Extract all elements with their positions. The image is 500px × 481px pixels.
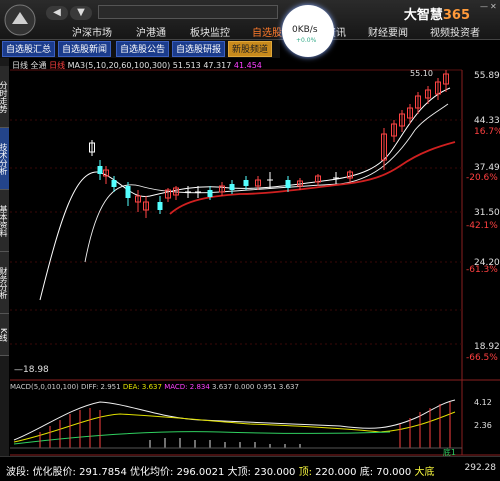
low-price-label: —18.98 [14, 365, 49, 375]
kline-chart[interactable]: 55.89 44.33 37.49 31.50 24.20 18.92 16.7… [0, 58, 500, 481]
subtab-reports[interactable]: 自选股研报 [172, 41, 226, 57]
bottom-right-value: 292.28 [464, 463, 497, 473]
bottom-right-label: 底1 [442, 448, 456, 457]
top-toolbar: ◀ ▼ 沪深市场 沪港通 板块监控 自选股 资讯 财经要闻 视频投资者 大智慧3… [0, 0, 500, 40]
nav-item-market[interactable]: 沪深市场 [72, 24, 112, 39]
macd-extra: 3.637 [278, 383, 299, 391]
subtab-summary[interactable]: 自选股汇总 [2, 41, 56, 57]
pct-label: -61.3% [466, 265, 498, 275]
nav-item-hk-connect[interactable]: 沪港通 [136, 24, 166, 39]
speed-value: 0KB/s [292, 25, 318, 35]
dea-value: 3.637 [141, 383, 162, 391]
nav-item-sector-monitor[interactable]: 板块监控 [190, 24, 230, 39]
price-label: 18.92 [474, 342, 500, 352]
brand-logo: 大智慧365 [403, 8, 470, 23]
pct-label: 16.7% [474, 127, 500, 137]
macd-label: MACD: [164, 383, 188, 391]
macd-legend: MACD(5,0,010,100) DIFF: 2.951 DEA: 3.637… [10, 383, 299, 391]
pct-label: -42.1% [466, 221, 498, 231]
high-price-label: 55.10 [410, 69, 433, 78]
indicator-value: 291.7854 [79, 467, 127, 478]
indicator-value: 70.000 [376, 467, 412, 478]
price-label: 44.33 [474, 116, 500, 126]
forward-button[interactable]: ▼ [70, 6, 92, 20]
macd-title: MACD(5,0,010,100) [10, 383, 79, 391]
indicator-label: 顶: [298, 467, 312, 478]
subtab-announcements[interactable]: 自选股公告 [116, 41, 170, 57]
watchlist-subtabs: 自选股汇总 自选股新闻 自选股公告 自选股研报 新股频道 [0, 40, 280, 58]
macd-extra: 0.951 [256, 383, 277, 391]
indicator-label: 底: [359, 467, 374, 478]
pct-label: -66.5% [466, 353, 498, 363]
minimize-icon[interactable]: — [480, 2, 488, 11]
nav-item-video[interactable]: 视频投资者 [430, 24, 480, 39]
bottom-indicator-bar: 波段: 优化股价: 291.7854 优化均价: 296.0021 大顶: 23… [0, 448, 500, 481]
app-logo-icon[interactable] [2, 2, 38, 38]
indicator-label: 大底 [414, 467, 435, 478]
price-label: 37.49 [474, 163, 500, 173]
search-input[interactable] [98, 5, 278, 19]
diff-value: 2.951 [100, 383, 121, 391]
macd-extra: 3.637 [212, 383, 233, 391]
bottom-indicator-text: 波段: 优化股价: 291.7854 优化均价: 296.0021 大顶: 23… [6, 463, 434, 478]
price-label: 55.89 [474, 71, 500, 81]
back-button[interactable]: ◀ [46, 6, 68, 20]
diff-label: DIFF: [80, 383, 99, 391]
indicator-label: 优化股价: [32, 467, 76, 478]
price-label: 31.50 [474, 208, 500, 218]
indicator-label: 优化均价: [130, 467, 174, 478]
indicator-label: 大顶: [227, 467, 251, 478]
indicator-prefix: 波段: [6, 467, 30, 478]
indicator-value: 220.000 [315, 467, 357, 478]
dea-label: DEA: [122, 383, 140, 391]
macd-extra: 0.000 [234, 383, 255, 391]
macd-axis-label: 4.12 [474, 398, 492, 407]
pct-label: -20.6% [466, 173, 498, 183]
network-speed-bubble: 0KB/s +0.0% [282, 5, 334, 57]
indicator-value: 230.000 [254, 467, 296, 478]
subtab-news[interactable]: 自选股新闻 [58, 41, 112, 57]
indicator-value: 296.0021 [176, 467, 225, 478]
subtab-new-stocks[interactable]: 新股频道 [228, 41, 273, 57]
close-icon[interactable]: ✕ [490, 2, 497, 11]
macd-value: 2.834 [189, 383, 210, 391]
nav-item-finance-news[interactable]: 财经要闻 [368, 24, 408, 39]
macd-axis-label: 2.36 [474, 421, 492, 430]
nav-item-watchlist[interactable]: 自选股 [252, 24, 282, 39]
speed-change: +0.0% [296, 37, 317, 44]
